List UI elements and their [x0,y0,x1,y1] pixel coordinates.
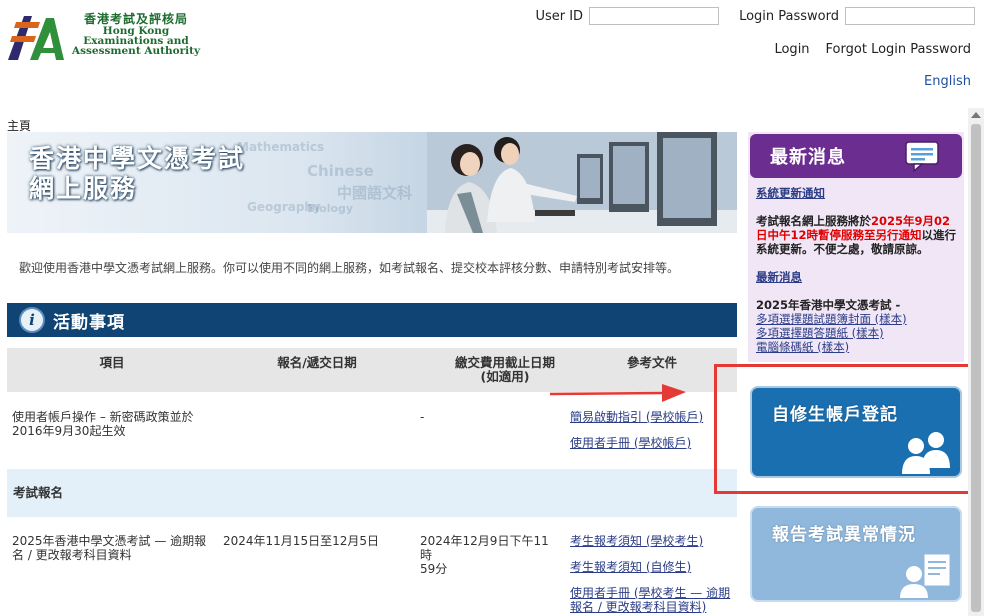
login-link[interactable]: Login [774,42,809,57]
row-item-line2: 2016年9月30起生效 [12,424,126,438]
news-panel: 最新消息 系統更新通知 考試報名網上服務將於2025年9月02日中午12時暫停服… [748,132,964,362]
column-fee-deadline-line1: 繳交費用截止日期 [454,355,555,370]
table-row: 2025年香港中學文憑考試 — 逾期報 名 / 更改報考科目資料 2024年11… [7,518,737,616]
column-item: 項目 [99,355,125,370]
user-id-label: User ID [535,8,584,24]
activities-section-header: i 活動事項 [7,303,737,339]
banner-word: 中國語文科 [337,184,413,202]
vertical-scrollbar[interactable] [968,108,984,616]
row-dates: 2024年11月15日至12月5日 [223,534,379,548]
row-item-line2: 名 / 更改報考科目資料 [12,548,132,562]
latest-news-link[interactable]: 最新消息 [756,270,960,284]
hkeaa-logo[interactable]: 香港考試及評核局 Hong Kong Examinations and Asse… [6,10,206,62]
row-item-line1: 使用者帳戶操作 – 新密碼政策並於 [12,410,194,424]
password-input[interactable] [845,7,975,25]
report-irregularity-button[interactable]: 報告考試異常情況 [750,506,962,602]
main-content: Chinese 中國語文科 Biology Geography Mathemat… [7,132,737,616]
mc-question-cover-link[interactable]: 多項選擇題試題簿封面 (樣本) [756,312,960,326]
banner-word: Chinese [307,162,374,180]
row-docs: 簡易啟動指引 (學校帳戶) 使用者手冊 (學校帳戶) [570,410,730,450]
news-title: 最新消息 [770,147,846,168]
news-header: 最新消息 [750,134,962,178]
mc-answer-sheet-link[interactable]: 多項選擇題答題紙 (樣本) [756,326,960,340]
news-body: 系統更新通知 考試報名網上服務將於2025年9月02日中午12時暫停服務至另行通… [756,186,960,354]
students-computer-photo [427,132,737,233]
user-manual-late-entry-line1: 使用者手冊 (學校考生 — 逾期 [570,586,731,600]
candidate-notes-school-link[interactable]: 考生報考須知 (學校考生) [570,534,735,548]
candidate-notes-private-link[interactable]: 考生報考須知 (自修生) [570,560,735,574]
login-form: User ID Login Password [535,6,975,26]
category-title: 考試報名 [13,485,64,500]
row-fee: - [420,410,425,424]
red-highlight-annotation [714,364,972,494]
column-docs: 參考文件 [626,355,677,370]
exam-heading: 2025年香港中學文憑考試 - [756,298,901,312]
logo-english-3: Assessment Authority [71,45,201,57]
info-icon: i [21,309,43,331]
red-arrow-annotation [549,384,686,402]
row-fee: 2024年12月9日下午11時 59分 [420,534,560,576]
hkdse-banner: Chinese 中國語文科 Biology Geography Mathemat… [7,132,737,233]
category-row: 考試報名 [7,469,737,517]
barcode-sheet-link[interactable]: 電腦條碼紙 (樣本) [756,340,960,354]
system-update-link[interactable]: 系統更新通知 [756,186,960,200]
row-fee-line1: 2024年12月9日下午11時 [420,534,549,562]
english-language-link[interactable]: English [924,74,971,89]
row-item-line1: 2025年香港中學文憑考試 — 逾期報 [12,534,207,548]
row-item: 2025年香港中學文憑考試 — 逾期報 名 / 更改報考科目資料 [12,534,217,562]
user-manual-late-entry-line2: 報名 / 更改報考科目資料) [570,600,707,614]
row-fee-line2: 59分 [420,562,448,576]
banner-title: 香港中學文憑考試 網上服務 [29,144,245,204]
banner-word: Geography [247,200,321,214]
banner-word: Mathematics [237,140,325,154]
system-update-notice: 考試報名網上服務將於2025年9月02日中午12時暫停服務至另行通知以進行系統更… [756,214,960,256]
user-manual-late-entry-link[interactable]: 使用者手冊 (學校考生 — 逾期 報名 / 更改報考科目資料) [570,586,735,614]
user-manual-school-link[interactable]: 使用者手冊 (學校帳戶) [570,436,730,450]
speech-bubble-icon [905,141,939,172]
logo-text: 香港考試及評核局 Hong Kong Examinations and Asse… [70,12,202,56]
hkeaa-emblem-icon [8,16,64,60]
table-row: 使用者帳戶操作 – 新密碼政策並於 2016年9月30起生效 - 簡易啟動指引 … [7,394,737,470]
login-links: Login Forgot Login Password [774,42,971,57]
welcome-text: 歡迎使用香港中學文憑考試網上服務。你可以使用不同的網上服務，如考試報名、提交校本… [19,261,680,275]
row-item: 使用者帳戶操作 – 新密碼政策並於 2016年9月30起生效 [12,410,212,438]
tile-title: 報告考試異常情況 [772,525,916,545]
notice-part1: 考試報名網上服務將於 [756,214,871,228]
banner-title-line1: 香港中學文憑考試 [29,144,246,173]
quick-start-guide-link[interactable]: 簡易啟動指引 (學校帳戶) [570,410,730,424]
scroll-thumb[interactable] [971,124,981,612]
column-fee-deadline: 繳交費用截止日期 (如適用) [427,356,583,384]
row-docs: 考生報考須知 (學校考生) 考生報考須知 (自修生) 使用者手冊 (學校考生 —… [570,534,735,614]
user-id-input[interactable] [589,7,720,25]
forgot-password-link[interactable]: Forgot Login Password [826,42,971,57]
banner-title-line2: 網上服務 [29,174,138,203]
password-label: Login Password [739,8,839,24]
activities-title: 活動事項 [53,312,125,333]
user-document-icon [900,553,951,598]
page-header: 香港考試及評核局 Hong Kong Examinations and Asse… [0,0,991,112]
scroll-up-arrow-icon[interactable] [971,112,981,118]
logo-chinese: 香港考試及評核局 [83,12,188,26]
column-dates: 報名/遞交日期 [277,355,357,370]
